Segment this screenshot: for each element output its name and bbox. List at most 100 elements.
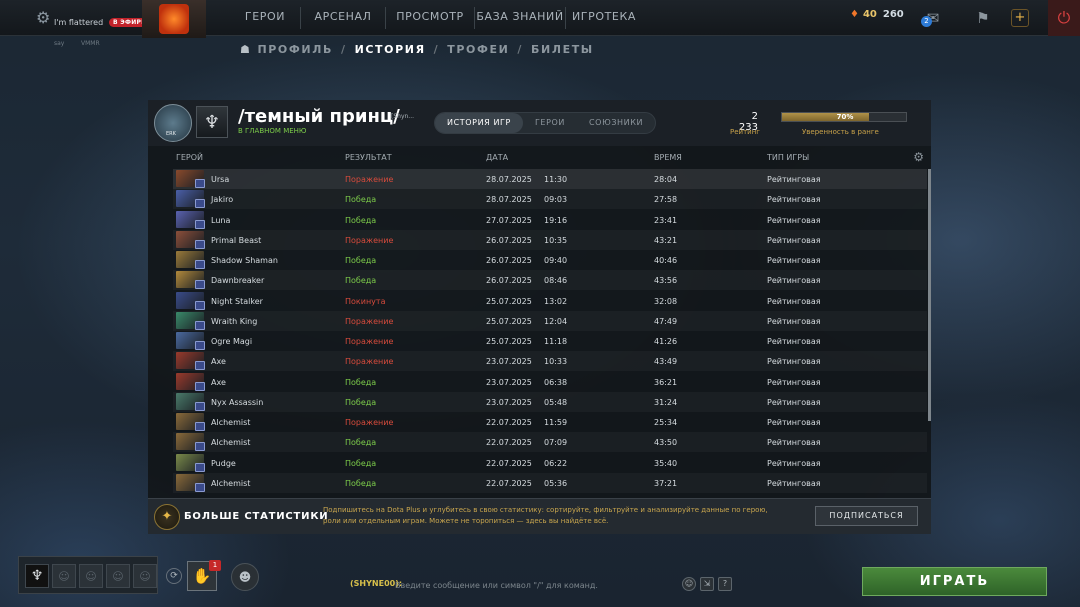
col-date[interactable]: ДАТА (486, 153, 508, 162)
currency-1-value: 40 (862, 9, 877, 20)
dota-logo-icon (159, 4, 189, 34)
match-result: Поражение (345, 357, 394, 367)
shard-icon: ♦ (850, 9, 859, 20)
emoji-icon[interactable]: ☺ (682, 577, 696, 591)
col-result[interactable]: РЕЗУЛЬТАТ (345, 153, 392, 162)
role-icon (195, 219, 205, 229)
dota-plus-icon[interactable]: + (1003, 2, 1037, 34)
match-time: 11:18 (544, 337, 568, 346)
subnav-history[interactable]: ИСТОРИЯ (355, 43, 426, 56)
armory-icon[interactable]: ⚑ (966, 2, 1000, 34)
player-tag: [Shyn... (391, 113, 415, 120)
hero-name: Alchemist (211, 438, 251, 448)
nav-arsenal[interactable]: АРСЕНАЛ (301, 0, 385, 36)
table-row[interactable]: Axe Поражение 23.07.2025 10:33 43:49 Рейтинго… (173, 351, 927, 371)
match-duration: 23:41 (654, 215, 678, 225)
game-type: Рейтинговая (767, 195, 821, 205)
chat-input[interactable] (395, 577, 645, 593)
subnav-trophies[interactable]: ТРОФЕИ (447, 43, 509, 56)
banner-title: БОЛЬШЕ СТАТИСТИКИ (184, 511, 329, 522)
match-date: 25.07.2025 (486, 296, 532, 306)
nav-heroes[interactable]: ГЕРОИ (230, 0, 300, 36)
col-game-type[interactable]: ТИП ИГРЫ (767, 153, 809, 162)
hero-name: Wraith King (211, 316, 258, 326)
match-result: Победа (345, 276, 377, 286)
nav-watch[interactable]: ПРОСМОТР (386, 0, 474, 36)
player-status: В ГЛАВНОМ МЕНЮ (238, 127, 307, 135)
rank-confidence-label: Уверенность в ранге (802, 128, 879, 136)
party-slot-empty-icon[interactable]: ☺ (106, 564, 130, 588)
subnav-tickets[interactable]: БИЛЕТЫ (531, 43, 594, 56)
table-row[interactable]: Shadow Shaman Победа 26.07.2025 09:40 40:46 Р… (173, 250, 927, 270)
game-type: Рейтинговая (767, 478, 821, 488)
game-type: Рейтинговая (767, 438, 821, 448)
hero-name: Dawnbreaker (211, 276, 265, 286)
match-result: Победа (345, 256, 377, 265)
table-row[interactable]: Ogre Magi Поражение 25.07.2025 11:18 41:26 Ре… (173, 331, 927, 351)
rank-confidence-bar: 70% (781, 112, 907, 122)
match-duration: 36:21 (654, 377, 678, 387)
table-row[interactable]: Wraith King Поражение 25.07.2025 12:04 47:49… (173, 311, 927, 331)
party-slot-self-avatar[interactable]: ♆ (25, 564, 49, 588)
plus-icon: + (1011, 9, 1029, 27)
game-type: Рейтинговая (767, 377, 821, 387)
play-button[interactable]: ИГРАТЬ (862, 567, 1047, 596)
match-date: 22.07.2025 (486, 478, 532, 488)
role-icon (195, 239, 205, 249)
table-row[interactable]: Night Stalker Покинута 25.07.2025 13:02 32:0… (173, 291, 927, 311)
hero-name: Primal Beast (211, 235, 262, 245)
tab-allies[interactable]: СОЮЗНИКИ (577, 113, 655, 133)
party-slot-empty-icon[interactable]: ☺ (52, 564, 76, 588)
nav-knowledge-base[interactable]: БАЗА ЗНАНИЙ (475, 0, 565, 36)
match-result: Победа (345, 397, 377, 407)
table-row[interactable]: Alchemist Победа 22.07.2025 05:36 37:21 Рейти… (173, 473, 927, 493)
help-icon[interactable]: ? (718, 577, 732, 591)
role-icon (195, 320, 205, 330)
tab-heroes[interactable]: ГЕРОИ (523, 113, 577, 133)
match-duration: 25:34 (654, 418, 678, 427)
table-row[interactable]: Axe Победа 23.07.2025 06:38 36:21 Рейтинговая (173, 372, 927, 392)
table-row[interactable]: Primal Beast Поражение 26.07.2025 10:35 43:2… (173, 230, 927, 250)
nav-arcade[interactable]: ИГРОТЕКА (566, 0, 642, 36)
table-row[interactable]: Alchemist Поражение 22.07.2025 11:59 25:34 Ре… (173, 412, 927, 432)
match-time: 08:46 (544, 276, 568, 286)
match-date: 25.07.2025 (486, 337, 532, 346)
party-slot-empty-icon[interactable]: ☺ (79, 564, 103, 588)
table-row[interactable]: Jakiro Победа 28.07.2025 09:03 27:58 Рейтинго… (173, 189, 927, 209)
player-avatar[interactable]: ♆ (196, 106, 228, 138)
hero-name: Alchemist (211, 478, 251, 488)
tab-match-history[interactable]: ИСТОРИЯ ИГР (435, 113, 523, 133)
profile-subnav: ☗ ПРОФИЛЬ / ИСТОРИЯ / ТРОФЕИ / БИЛЕТЫ (240, 43, 594, 56)
power-icon[interactable]: ⏻ (1048, 0, 1080, 36)
game-type: Рейтинговая (767, 357, 821, 367)
subnav-profile[interactable]: ПРОФИЛЬ (257, 43, 332, 56)
rank-medal-icon[interactable]: ERK (154, 104, 192, 142)
match-result: Покинута (345, 296, 386, 306)
table-row[interactable]: Dawnbreaker Победа 26.07.2025 08:46 43:56 Рей… (173, 270, 927, 290)
game-type: Рейтинговая (767, 397, 821, 407)
settings-gear-icon[interactable]: ⚙ (36, 8, 50, 27)
table-row[interactable]: Ursa Поражение 28.07.2025 11:30 28:04 Рейтинг… (173, 169, 927, 189)
rank-confidence-percent: 70% (836, 113, 854, 121)
role-icon (195, 381, 205, 391)
dota-logo[interactable] (142, 0, 206, 38)
table-row[interactable]: Alchemist Победа 22.07.2025 07:09 43:50 Рейти… (173, 432, 927, 452)
col-hero[interactable]: ГЕРОЙ (176, 153, 203, 162)
match-list-scrollbar[interactable] (928, 169, 931, 421)
chat-expand-icon[interactable]: ⇲ (700, 577, 714, 591)
match-result: Победа (345, 195, 377, 205)
friends-icon[interactable]: ☻ (231, 563, 259, 591)
col-duration[interactable]: ВРЕМЯ (654, 153, 682, 162)
match-date: 23.07.2025 (486, 377, 532, 387)
hero-name: Night Stalker (211, 296, 263, 306)
subscribe-button[interactable]: ПОДПИСАТЬСЯ (815, 506, 918, 526)
table-settings-gear-icon[interactable]: ⚙ (913, 150, 924, 164)
party-settings-icon[interactable]: ⟳ (166, 568, 182, 584)
match-duration: 43:49 (654, 357, 678, 367)
table-row[interactable]: Nyx Assassin Победа 23.07.2025 05:48 31:24 Ре… (173, 392, 927, 412)
party-slot-empty-icon[interactable]: ☺ (133, 564, 157, 588)
table-row[interactable]: Luna Победа 27.07.2025 19:16 23:41 Рейтингова… (173, 210, 927, 230)
currency-display[interactable]: ♦ 40 260 (850, 9, 904, 20)
role-icon (195, 341, 205, 350)
table-row[interactable]: Pudge Победа 22.07.2025 06:22 35:40 Рейтингов… (173, 453, 927, 473)
